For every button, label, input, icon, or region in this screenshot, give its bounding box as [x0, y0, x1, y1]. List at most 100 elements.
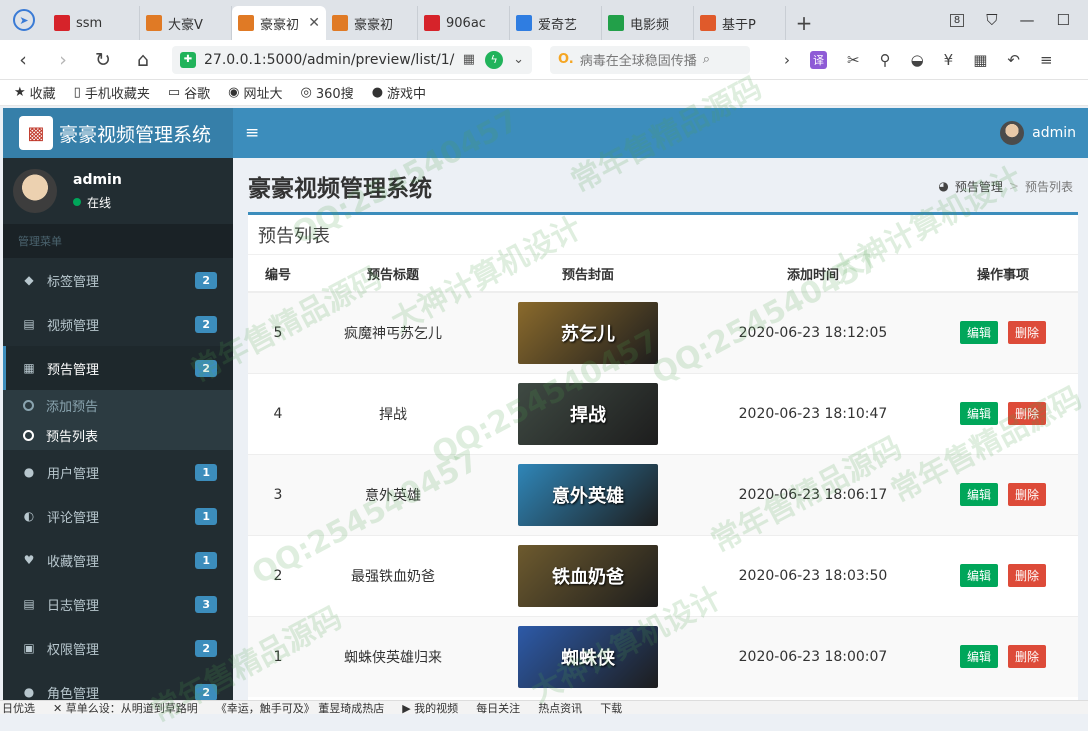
undo-icon[interactable]: ↶ [1007, 51, 1020, 69]
sidebar-item[interactable]: ▤ 视频管理 2 [3, 302, 233, 346]
sidebar-item[interactable]: ♥ 收藏管理 1 [3, 538, 233, 582]
browser-tab[interactable]: 电影频 [602, 6, 694, 40]
brand-logo[interactable]: ▩ 豪豪视频管理系统 [3, 108, 233, 158]
cell-time: 2020-06-23 18:12:05 [698, 291, 928, 373]
sidebar-item[interactable]: ▤ 日志管理 3 [3, 582, 233, 626]
sidebar-item[interactable]: ● 用户管理 1 [3, 450, 233, 494]
back-icon[interactable]: ‹ [12, 49, 34, 71]
menu-header: 管理菜单 [3, 224, 233, 258]
new-tab-button[interactable]: + [786, 6, 822, 40]
tab-label: 基于P [722, 17, 756, 33]
cover-image[interactable]: 铁血奶爸 [518, 544, 658, 607]
shirt-icon[interactable]: ⛉ [986, 11, 997, 29]
edit-button[interactable]: 编辑 [959, 645, 998, 669]
count-badge: 1 [195, 507, 217, 525]
sidebar-item[interactable]: ▦ 预告管理 2 [3, 346, 233, 390]
sidebar-item[interactable]: ▣ 权限管理 2 [3, 626, 233, 670]
sidebar-item-label: 视频管理 [47, 318, 100, 334]
delete-button[interactable]: 删除 [1008, 645, 1047, 669]
tab-label: 电影频 [630, 17, 670, 33]
cell-actions: 编辑 删除 [928, 615, 1078, 697]
bookmark-item[interactable]: ◎ 360搜 [301, 83, 354, 102]
bookmark-item[interactable]: ◉ 网址大 [228, 83, 282, 102]
cover-image[interactable]: 苏乞儿 [518, 301, 658, 364]
scissors-icon[interactable]: ✂ [847, 51, 860, 69]
tab-label: 豪豪初 [354, 17, 394, 33]
translate-icon[interactable]: 译 [810, 50, 827, 69]
browser-logo[interactable]: ➤ [0, 0, 48, 40]
search-text[interactable]: 病毒在全球稳固传播 [580, 50, 697, 69]
bookmark-item[interactable]: ▯ 手机收藏夹 [74, 83, 150, 102]
browser-tab[interactable]: ssm [48, 6, 140, 40]
bookmark-item[interactable]: ★ 收藏 [14, 83, 56, 102]
status-item[interactable]: 每日关注 [476, 701, 520, 715]
tab-favicon-icon [54, 15, 70, 31]
sidebar-item-label: 用户管理 [47, 466, 100, 482]
forward-icon[interactable]: › [52, 49, 74, 71]
close-icon[interactable]: ✕ [308, 15, 320, 31]
bookmark-item[interactable]: ▭ 谷歌 [168, 83, 210, 102]
cell-title: 捍战 [308, 372, 478, 454]
bolt-icon[interactable]: ϟ [485, 50, 504, 69]
search-input[interactable]: O. 病毒在全球稳固传播 ⌕ [550, 45, 750, 74]
coin-icon[interactable]: ¥ [944, 51, 954, 69]
browser-tab[interactable]: 大豪V [140, 6, 232, 40]
edit-button[interactable]: 编辑 [959, 321, 998, 345]
delete-button[interactable]: 删除 [1008, 402, 1047, 425]
cell-id: 1 [248, 615, 308, 697]
delete-button[interactable]: 删除 [1008, 564, 1047, 587]
magnifier-icon[interactable]: ⚲ [880, 51, 891, 69]
home-icon[interactable]: ⌂ [132, 49, 154, 71]
sidebar: admin 在线 管理菜单 ◆ 标签管理 2 ▤ 视频管理 2 ▦ 预告管理 2 添加预告 预告列表… [3, 158, 233, 702]
delete-button[interactable]: 删除 [1008, 483, 1047, 506]
edit-button[interactable]: 编辑 [959, 483, 998, 506]
heart-icon: ♥ [23, 553, 35, 567]
next-icon[interactable]: › [784, 51, 790, 69]
submenu-label: 添加预告 [46, 399, 99, 415]
grid-icon[interactable]: ▦ [463, 52, 475, 67]
cell-id: 4 [248, 372, 308, 454]
status-item[interactable]: 日优选 [2, 701, 35, 715]
sidebar-item[interactable]: ◐ 评论管理 1 [3, 494, 233, 538]
browser-tab[interactable]: 906ac [418, 6, 510, 40]
address-bar[interactable]: ✚ 27.0.0.1:5000/admin/preview/list/1/ ▦ … [172, 45, 532, 74]
cover-image[interactable]: 蜘蛛侠 [518, 625, 658, 688]
status-item[interactable]: 热点资讯 [538, 701, 582, 715]
bookmark-label: 游戏中 [387, 87, 427, 102]
minimize-icon[interactable]: — [1020, 11, 1035, 29]
apps-icon[interactable]: ▦ [973, 51, 987, 69]
edit-button[interactable]: 编辑 [959, 402, 998, 425]
submenu-item[interactable]: 添加预告 [3, 390, 233, 420]
user-menu[interactable]: admin [1000, 121, 1076, 145]
menu-icon[interactable]: ≡ [1040, 51, 1053, 69]
chevron-down-icon[interactable]: ⌄ [513, 52, 524, 67]
status-item[interactable]: ✕ 草单么设：从明道到草路明 [53, 701, 198, 715]
tab-favicon-icon [238, 15, 254, 31]
status-item[interactable]: ▶ 我的视频 [402, 701, 458, 715]
browser-tab[interactable]: 豪豪初 [326, 6, 418, 40]
status-item[interactable]: 《幸运，触手可及》 董昱琦成热店 [216, 701, 385, 715]
bookmark-icon: ▭ [167, 85, 181, 100]
reload-icon[interactable]: ↻ [92, 49, 114, 71]
bookmark-label: 360搜 [315, 87, 354, 102]
cover-image[interactable]: 意外英雄 [518, 463, 658, 526]
tab-count-icon[interactable]: 8 [949, 13, 965, 27]
search-icon[interactable]: ⌕ [703, 52, 710, 67]
cover-image[interactable]: 捍战 [518, 382, 658, 445]
cell-title: 疯魔神丐苏乞儿 [308, 291, 478, 373]
gamepad-icon[interactable]: ◒ [911, 51, 924, 69]
url-text[interactable]: 27.0.0.1:5000/admin/preview/list/1/ [204, 52, 454, 68]
submenu-item[interactable]: 预告列表 [3, 420, 233, 450]
delete-button[interactable]: 删除 [1008, 321, 1047, 345]
browser-tab[interactable]: 豪豪初 ✕ [232, 6, 326, 40]
maximize-icon[interactable]: ☐ [1057, 11, 1070, 29]
browser-tab[interactable]: 基于P [694, 6, 786, 40]
page-title: 豪豪视频管理系统 [248, 176, 432, 202]
status-item[interactable]: 下载 [600, 701, 622, 715]
browser-tab[interactable]: 爱奇艺 [510, 6, 602, 40]
breadcrumb-item-preview[interactable]: 预告管理 [955, 178, 1003, 195]
bookmark-item[interactable]: ● 游戏中 [372, 83, 426, 102]
edit-button[interactable]: 编辑 [959, 564, 998, 587]
sidebar-item[interactable]: ◆ 标签管理 2 [3, 258, 233, 302]
sidebar-toggle-icon[interactable]: ≡ [245, 123, 259, 143]
